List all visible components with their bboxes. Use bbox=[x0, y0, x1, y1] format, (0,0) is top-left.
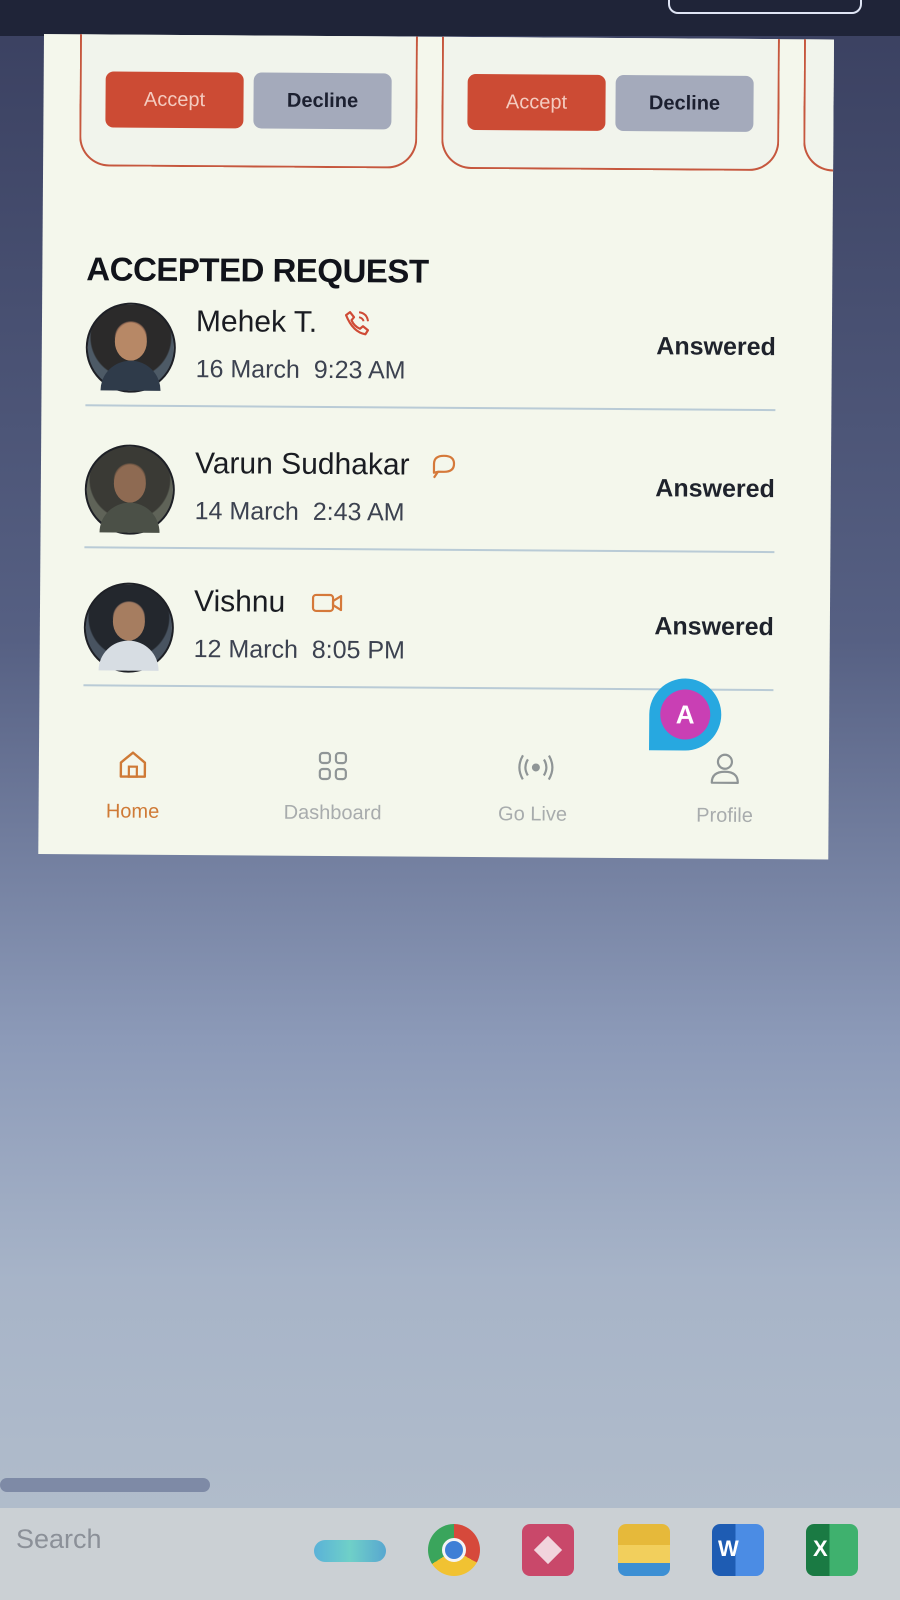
status-label: Answered bbox=[654, 612, 774, 642]
accepted-request-row[interactable]: Mehek T. 16 March 9:23 AM Answered bbox=[85, 294, 776, 423]
row-divider bbox=[85, 404, 776, 412]
decline-button[interactable]: Decline bbox=[615, 74, 754, 132]
nav-label: Profile bbox=[696, 804, 753, 827]
taskbar-search[interactable]: Search bbox=[16, 1524, 102, 1555]
home-icon bbox=[119, 751, 147, 778]
copilot-icon[interactable] bbox=[314, 1540, 386, 1562]
taskbar: Search W X bbox=[0, 1508, 900, 1600]
nav-label: Go Live bbox=[498, 803, 568, 826]
nav-item-go-live[interactable]: Go Live bbox=[452, 737, 613, 848]
nav-item-profile[interactable]: Profile bbox=[644, 738, 805, 849]
file-explorer-icon[interactable] bbox=[618, 1524, 670, 1576]
avatar bbox=[85, 302, 177, 393]
app-icon[interactable] bbox=[522, 1524, 574, 1576]
nav-label: Home bbox=[105, 800, 160, 823]
top-bar bbox=[0, 0, 900, 36]
request-datetime: 12 March 8:05 PM bbox=[193, 635, 406, 665]
avatar bbox=[84, 444, 176, 535]
section-title: ACCEPTED REQUEST bbox=[86, 250, 429, 290]
grid-icon bbox=[318, 751, 348, 781]
chrome-icon[interactable] bbox=[428, 1524, 480, 1576]
assistant-initial: A bbox=[660, 689, 711, 740]
caller-name: Vishnu bbox=[193, 585, 286, 619]
request-datetime: 16 March 9:23 AM bbox=[195, 355, 406, 385]
excel-icon[interactable]: X bbox=[806, 1524, 858, 1576]
nav-item-dashboard[interactable]: Dashboard bbox=[252, 735, 413, 846]
accept-button[interactable]: Accept bbox=[467, 73, 606, 131]
video-call-icon bbox=[311, 593, 343, 613]
accepted-request-row[interactable]: Varun Sudhakar 14 March 2:43 AM Answered bbox=[84, 436, 775, 565]
accept-button[interactable]: Accept bbox=[105, 71, 244, 129]
nav-label: Dashboard bbox=[283, 801, 382, 825]
row-divider bbox=[84, 546, 775, 554]
decline-button[interactable]: Decline bbox=[253, 72, 392, 130]
phone-call-icon bbox=[344, 311, 370, 336]
bottom-nav: Home Dashboard Go Live Profile bbox=[52, 734, 813, 849]
avatar bbox=[83, 582, 175, 673]
pending-request-card: Accept Decline bbox=[79, 34, 419, 169]
pending-request-card: Accept Decline bbox=[441, 34, 781, 172]
request-datetime: 14 March 2:43 AM bbox=[194, 497, 405, 527]
broadcast-icon bbox=[518, 754, 554, 781]
nav-item-home[interactable]: Home bbox=[52, 734, 213, 845]
horizontal-scrollbar[interactable] bbox=[0, 1478, 210, 1492]
status-label: Answered bbox=[656, 332, 776, 362]
word-icon[interactable]: W bbox=[712, 1524, 764, 1576]
status-label: Answered bbox=[655, 474, 775, 504]
chat-bubble-icon bbox=[432, 454, 456, 479]
app-window: Accept Decline Accept Decline ACCEPTED R… bbox=[38, 34, 834, 860]
top-bar-pill bbox=[668, 0, 862, 14]
caller-name: Varun Sudhakar bbox=[194, 447, 410, 482]
user-icon bbox=[710, 753, 739, 784]
pending-request-card-partial bbox=[803, 34, 834, 172]
caller-name: Mehek T. bbox=[195, 305, 318, 339]
